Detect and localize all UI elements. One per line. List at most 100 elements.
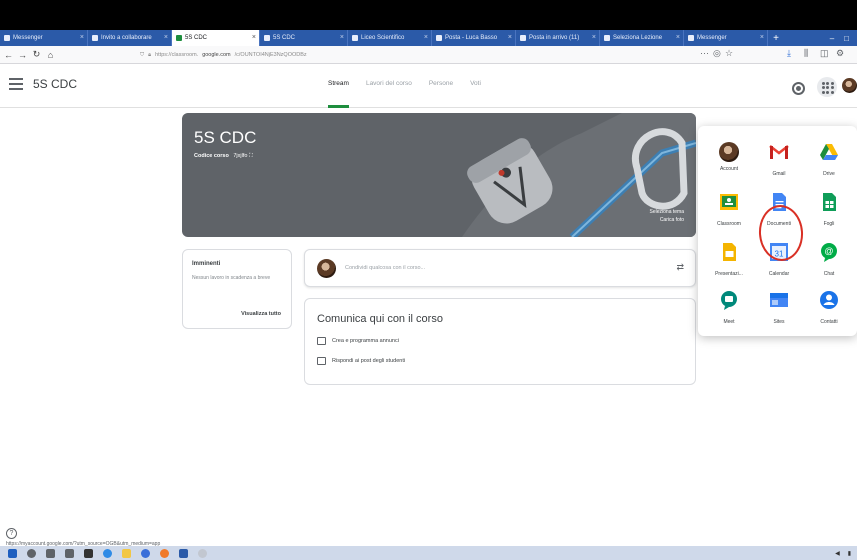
pocket-icon[interactable]: ◎	[713, 48, 721, 59]
clock-icon[interactable]: ▮	[848, 550, 851, 557]
banner-actions: Seleziona tema Carica foto	[650, 208, 684, 224]
classroom-tabs: Stream Lavori del corso Persone Voti	[328, 80, 481, 108]
downloads-icon[interactable]: ⤓	[787, 48, 791, 59]
app-sites[interactable]: Sites	[758, 290, 800, 340]
google-apps-grid-icon[interactable]	[817, 77, 837, 97]
class-banner: 5S CDC Codice corso 7jxjlfo ⛶ Seleziona …	[182, 113, 696, 237]
browser-tab[interactable]: Posta - Luca Basso ×	[432, 30, 516, 46]
back-arrow-icon[interactable]: ←	[3, 50, 14, 60]
app-contacts[interactable]: Contatti	[808, 290, 850, 340]
tab-favicon-icon	[520, 35, 526, 41]
settings-gear-icon[interactable]	[792, 82, 805, 95]
app-gmail[interactable]: Gmail	[758, 142, 800, 192]
fullscreen-code-icon[interactable]: ⛶	[249, 153, 253, 159]
speaker-icon[interactable]: ◀	[835, 550, 840, 557]
close-tab-icon[interactable]: ×	[508, 34, 512, 41]
minimize-button[interactable]: –	[830, 34, 834, 43]
store-icon[interactable]	[84, 548, 93, 558]
browser-nav-bar: ← → ↻ ⌂ ⛉ 🔒︎ https://classroom. google.co…	[0, 46, 857, 64]
firefox-icon[interactable]	[160, 548, 169, 558]
account-avatar-icon	[719, 142, 739, 162]
app-drive[interactable]: Drive	[808, 142, 850, 192]
browser-tab[interactable]: Seleziona Lezione ×	[600, 30, 684, 46]
app-classroom[interactable]: Classroom	[708, 192, 750, 242]
tab-people[interactable]: Persone	[429, 80, 453, 108]
close-tab-icon[interactable]: ×	[80, 34, 84, 41]
search-icon[interactable]	[27, 548, 36, 558]
account-avatar[interactable]	[842, 78, 857, 93]
upload-photo-link[interactable]: Carica foto	[650, 216, 684, 224]
google-apps-menu: Account Gmail Drive Classroom Documenti …	[698, 126, 857, 336]
tab-favicon-icon	[264, 35, 270, 41]
chrome-icon[interactable]	[141, 548, 150, 558]
share-placeholder: Condividi qualcosa con il corso...	[345, 265, 426, 271]
reply-posts-icon	[317, 357, 326, 365]
browser-tab[interactable]: Posta in arrivo (11) ×	[516, 30, 600, 46]
reload-icon[interactable]: ↻	[31, 49, 42, 60]
user-avatar	[317, 259, 336, 278]
browser-tab[interactable]: Messenger ×	[0, 30, 88, 46]
app-label: Account	[719, 166, 739, 172]
announcement-icon	[317, 337, 326, 345]
view-all-link[interactable]: Visualizza tutto	[241, 311, 281, 317]
tab-label: Seleziona Lezione	[613, 35, 663, 41]
close-tab-icon[interactable]: ×	[340, 34, 344, 41]
hamburger-menu-icon[interactable]	[9, 78, 23, 90]
select-theme-link[interactable]: Seleziona tema	[650, 208, 684, 216]
browser-tab[interactable]: Liceo Scientifico ×	[348, 30, 432, 46]
url-path: /c/OUNTOI4NjE3NzQOODBz	[234, 52, 307, 58]
app-sheets[interactable]: Fogli	[808, 192, 850, 242]
bookmark-star-icon[interactable]: ☆	[725, 48, 733, 59]
close-tab-icon[interactable]: ×	[676, 34, 680, 41]
sites-icon	[770, 293, 788, 307]
tab-label: Posta - Luca Basso	[445, 35, 498, 41]
app-icon[interactable]	[198, 548, 207, 558]
sidebar-icon[interactable]: ◫	[820, 48, 829, 59]
app-account[interactable]: Account	[708, 142, 750, 192]
maximize-button[interactable]: □	[844, 34, 849, 43]
home-icon[interactable]: ⌂	[45, 50, 56, 60]
address-bar[interactable]: ⛉ 🔒︎ https://classroom. google.com/c/OUNT…	[140, 49, 730, 61]
tab-stream[interactable]: Stream	[328, 80, 349, 108]
app-label: Presentazi...	[715, 271, 743, 277]
forward-arrow-icon[interactable]: →	[17, 50, 28, 60]
tab-grades[interactable]: Voti	[470, 80, 481, 108]
share-with-class-box[interactable]: Condividi qualcosa con il corso... ⇄	[304, 249, 696, 287]
close-tab-icon[interactable]: ×	[424, 34, 428, 41]
close-tab-icon[interactable]: ×	[760, 34, 764, 41]
tab-label: Messenger	[697, 35, 727, 41]
slides-icon	[723, 243, 736, 261]
browser-tab[interactable]: Invito a collaborare ×	[88, 30, 172, 46]
communicate-item-label: Crea e programma annunci	[332, 338, 399, 344]
extensions-icon[interactable]: ⚙	[836, 48, 844, 59]
app-slides[interactable]: Presentazi...	[708, 242, 750, 292]
file-explorer-icon[interactable]	[122, 548, 131, 558]
edge-icon[interactable]	[103, 548, 112, 558]
new-tab-icon[interactable]: +	[768, 30, 784, 46]
close-tab-icon[interactable]: ×	[164, 34, 168, 41]
help-icon[interactable]: ?	[6, 528, 17, 539]
word-icon[interactable]	[179, 548, 188, 558]
repost-icon[interactable]: ⇄	[676, 262, 684, 273]
close-tab-icon[interactable]: ×	[252, 34, 256, 41]
communicate-item: Crea e programma annunci	[317, 337, 399, 345]
app-meet[interactable]: Meet	[708, 290, 750, 340]
library-icon[interactable]: ⫼	[804, 48, 808, 59]
class-title[interactable]: 5S CDC	[33, 77, 77, 91]
browser-tab-strip: Messenger × Invito a collaborare × 5S CDC ×…	[0, 30, 857, 46]
classroom-icon	[720, 194, 738, 210]
browser-tab[interactable]: 5S CDC ×	[260, 30, 348, 46]
start-icon[interactable]	[8, 548, 17, 558]
class-code-label: Codice corso	[194, 153, 229, 159]
close-tab-icon[interactable]: ×	[592, 34, 596, 41]
tab-classwork[interactable]: Lavori del corso	[366, 80, 412, 108]
page-actions-icon[interactable]: ···	[700, 48, 709, 58]
app-label: Meet	[723, 319, 735, 325]
app-chat[interactable]: @ Chat	[808, 242, 850, 292]
tab-favicon-icon	[604, 35, 610, 41]
cortana-icon[interactable]	[46, 548, 55, 558]
browser-tab-active[interactable]: 5S CDC ×	[172, 30, 260, 46]
app-label: Gmail	[772, 171, 786, 177]
task-view-icon[interactable]	[65, 548, 74, 558]
browser-tab[interactable]: Messenger ×	[684, 30, 768, 46]
